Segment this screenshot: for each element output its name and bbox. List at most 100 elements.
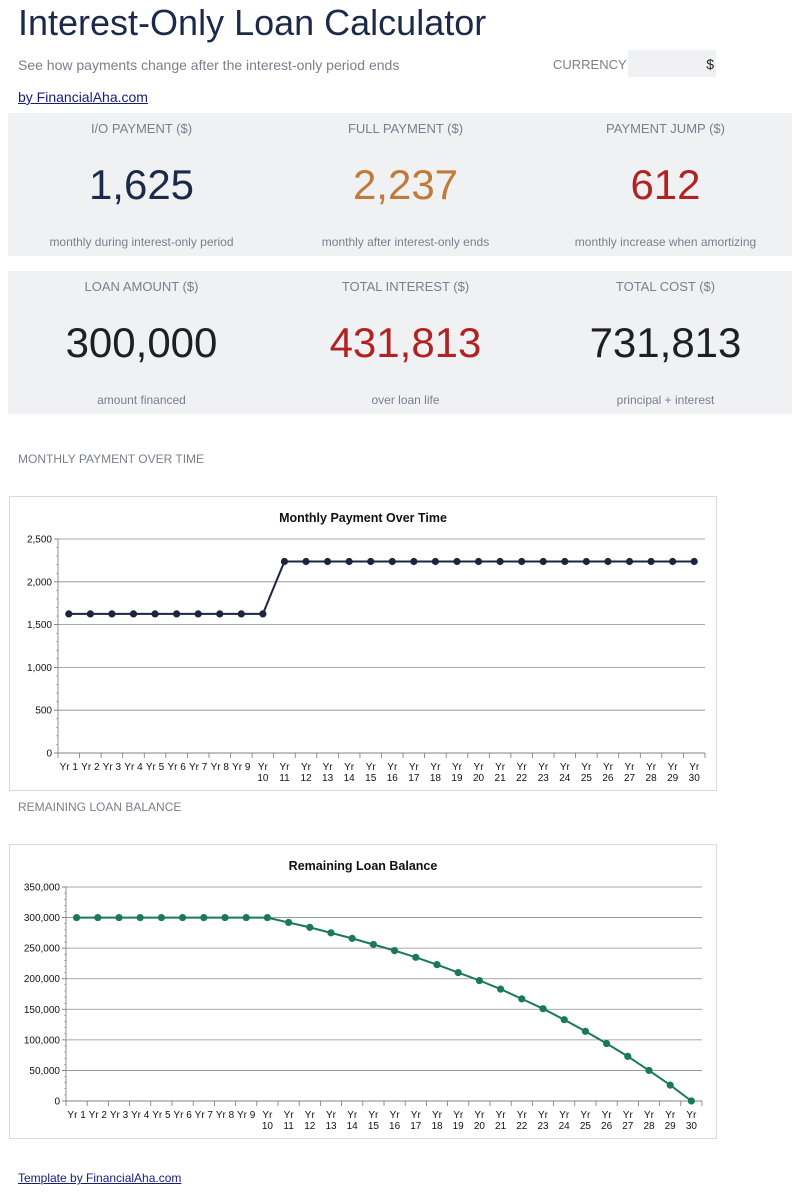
- data-point[interactable]: [157, 913, 165, 922]
- data-point[interactable]: [73, 913, 81, 922]
- data-point[interactable]: [285, 918, 293, 927]
- x-tick-label: Yr 4: [131, 1110, 150, 1121]
- x-tick-label: Yr 23: [537, 1110, 549, 1132]
- data-point[interactable]: [323, 557, 332, 566]
- data-point[interactable]: [259, 610, 267, 618]
- kpi-total-cost: TOTAL COST ($) 731,813 principal + inter…: [535, 271, 796, 414]
- data-point[interactable]: [410, 557, 418, 566]
- data-point[interactable]: [151, 610, 159, 618]
- data-point[interactable]: [603, 1039, 611, 1048]
- data-point[interactable]: [625, 557, 634, 566]
- data-point[interactable]: [237, 610, 245, 618]
- currency-input[interactable]: $: [628, 50, 716, 77]
- data-point[interactable]: [433, 961, 441, 969]
- payment-chart[interactable]: Monthly Payment Over Time 0 500 1,000 1,500 2…: [9, 496, 717, 791]
- data-point[interactable]: [327, 929, 335, 937]
- data-point[interactable]: [216, 610, 224, 618]
- data-point[interactable]: [345, 557, 353, 566]
- y-tick-label: 150,000: [24, 1005, 61, 1016]
- x-tick-label: Yr 8: [216, 1110, 235, 1121]
- data-point[interactable]: [129, 610, 138, 618]
- data-point[interactable]: [497, 985, 505, 993]
- data-point[interactable]: [604, 557, 612, 566]
- kpi-band-payments: I/O PAYMENT ($) 1,625 monthly during int…: [8, 113, 792, 256]
- data-point[interactable]: [173, 610, 181, 618]
- data-point[interactable]: [474, 557, 483, 566]
- data-point[interactable]: [65, 610, 73, 618]
- x-tick-label: Yr 3: [103, 762, 122, 773]
- balance-chart[interactable]: Remaining Loan Balance 0 50,000 100,000 150,…: [9, 844, 717, 1139]
- data-point[interactable]: [475, 976, 483, 985]
- data-point[interactable]: [539, 557, 547, 566]
- data-point[interactable]: [412, 953, 420, 961]
- data-point[interactable]: [221, 913, 229, 922]
- data-point[interactable]: [391, 946, 399, 955]
- data-point[interactable]: [687, 1097, 696, 1105]
- byline-link[interactable]: by FinancialAha.com: [18, 89, 148, 105]
- x-tick-label: Yr 2: [81, 762, 100, 773]
- x-tick-label: Yr 27: [624, 762, 636, 784]
- data-point[interactable]: [200, 913, 208, 922]
- data-point[interactable]: [454, 969, 462, 977]
- x-tick-label: Yr 29: [665, 1110, 677, 1132]
- footer-link[interactable]: Template by FinancialAha.com: [18, 1171, 181, 1185]
- data-point[interactable]: [302, 557, 310, 566]
- x-tick-label: Yr 12: [304, 1110, 316, 1132]
- data-point[interactable]: [690, 557, 698, 566]
- x-tick-label: Yr 9: [237, 1110, 256, 1121]
- x-tick-label: Yr 4: [124, 762, 143, 773]
- kpi-caption: over loan life: [371, 393, 440, 407]
- data-point[interactable]: [645, 1066, 653, 1075]
- y-tick-label: 2,500: [27, 535, 52, 546]
- data-point[interactable]: [647, 557, 655, 566]
- data-point[interactable]: [624, 1052, 632, 1060]
- data-point[interactable]: [86, 610, 94, 618]
- data-point[interactable]: [669, 557, 677, 566]
- x-tick-label: Yr 18: [431, 1110, 443, 1132]
- data-point[interactable]: [108, 610, 116, 618]
- data-point[interactable]: [280, 557, 289, 566]
- data-point[interactable]: [263, 913, 271, 922]
- x-tick-label: Yr 19: [451, 762, 463, 784]
- kpi-value: 300,000: [65, 319, 218, 366]
- x-tick-label: Yr 14: [344, 762, 356, 784]
- kpi-value: 612: [630, 161, 701, 208]
- data-point[interactable]: [348, 934, 356, 942]
- data-point[interactable]: [518, 995, 526, 1003]
- data-point[interactable]: [431, 557, 440, 566]
- kpi-value: 431,813: [329, 319, 482, 366]
- data-point[interactable]: [496, 557, 504, 566]
- kpi-label: TOTAL COST ($): [615, 279, 716, 294]
- data-point[interactable]: [194, 610, 202, 618]
- data-point[interactable]: [136, 913, 144, 922]
- kpi-caption: principal + interest: [616, 393, 715, 407]
- data-point[interactable]: [518, 557, 526, 566]
- data-point[interactable]: [388, 557, 396, 566]
- x-tick-label: Yr 7: [195, 1110, 214, 1121]
- data-point[interactable]: [306, 923, 314, 931]
- x-tick-label: Yr 9: [232, 762, 251, 773]
- data-point[interactable]: [179, 913, 187, 922]
- data-point[interactable]: [581, 1027, 590, 1035]
- data-point[interactable]: [539, 1005, 547, 1013]
- data-point[interactable]: [666, 1081, 674, 1089]
- data-point[interactable]: [582, 557, 590, 566]
- kpi-caption: monthly during interest-only period: [49, 235, 234, 249]
- data-point[interactable]: [560, 1016, 568, 1024]
- data-point[interactable]: [369, 940, 377, 949]
- x-tick-label: Yr 2: [89, 1110, 108, 1121]
- data-point[interactable]: [453, 557, 461, 566]
- data-point[interactable]: [115, 913, 123, 922]
- y-tick-label: 1,500: [27, 620, 52, 631]
- data-point[interactable]: [561, 557, 569, 566]
- chart-title: Monthly Payment Over Time: [279, 511, 447, 525]
- x-tick-label: Yr 26: [601, 1110, 613, 1132]
- kpi-loan-amount: LOAN AMOUNT ($) 300,000 amount financed: [11, 271, 272, 414]
- data-point[interactable]: [367, 557, 375, 566]
- y-tick-label: 200,000: [24, 974, 61, 985]
- kpi-value: 1,625: [88, 161, 195, 208]
- kpi-value: 731,813: [589, 319, 742, 366]
- data-point[interactable]: [242, 913, 250, 922]
- data-point[interactable]: [94, 913, 102, 922]
- page-subtitle: See how payments change after the intere…: [18, 57, 400, 73]
